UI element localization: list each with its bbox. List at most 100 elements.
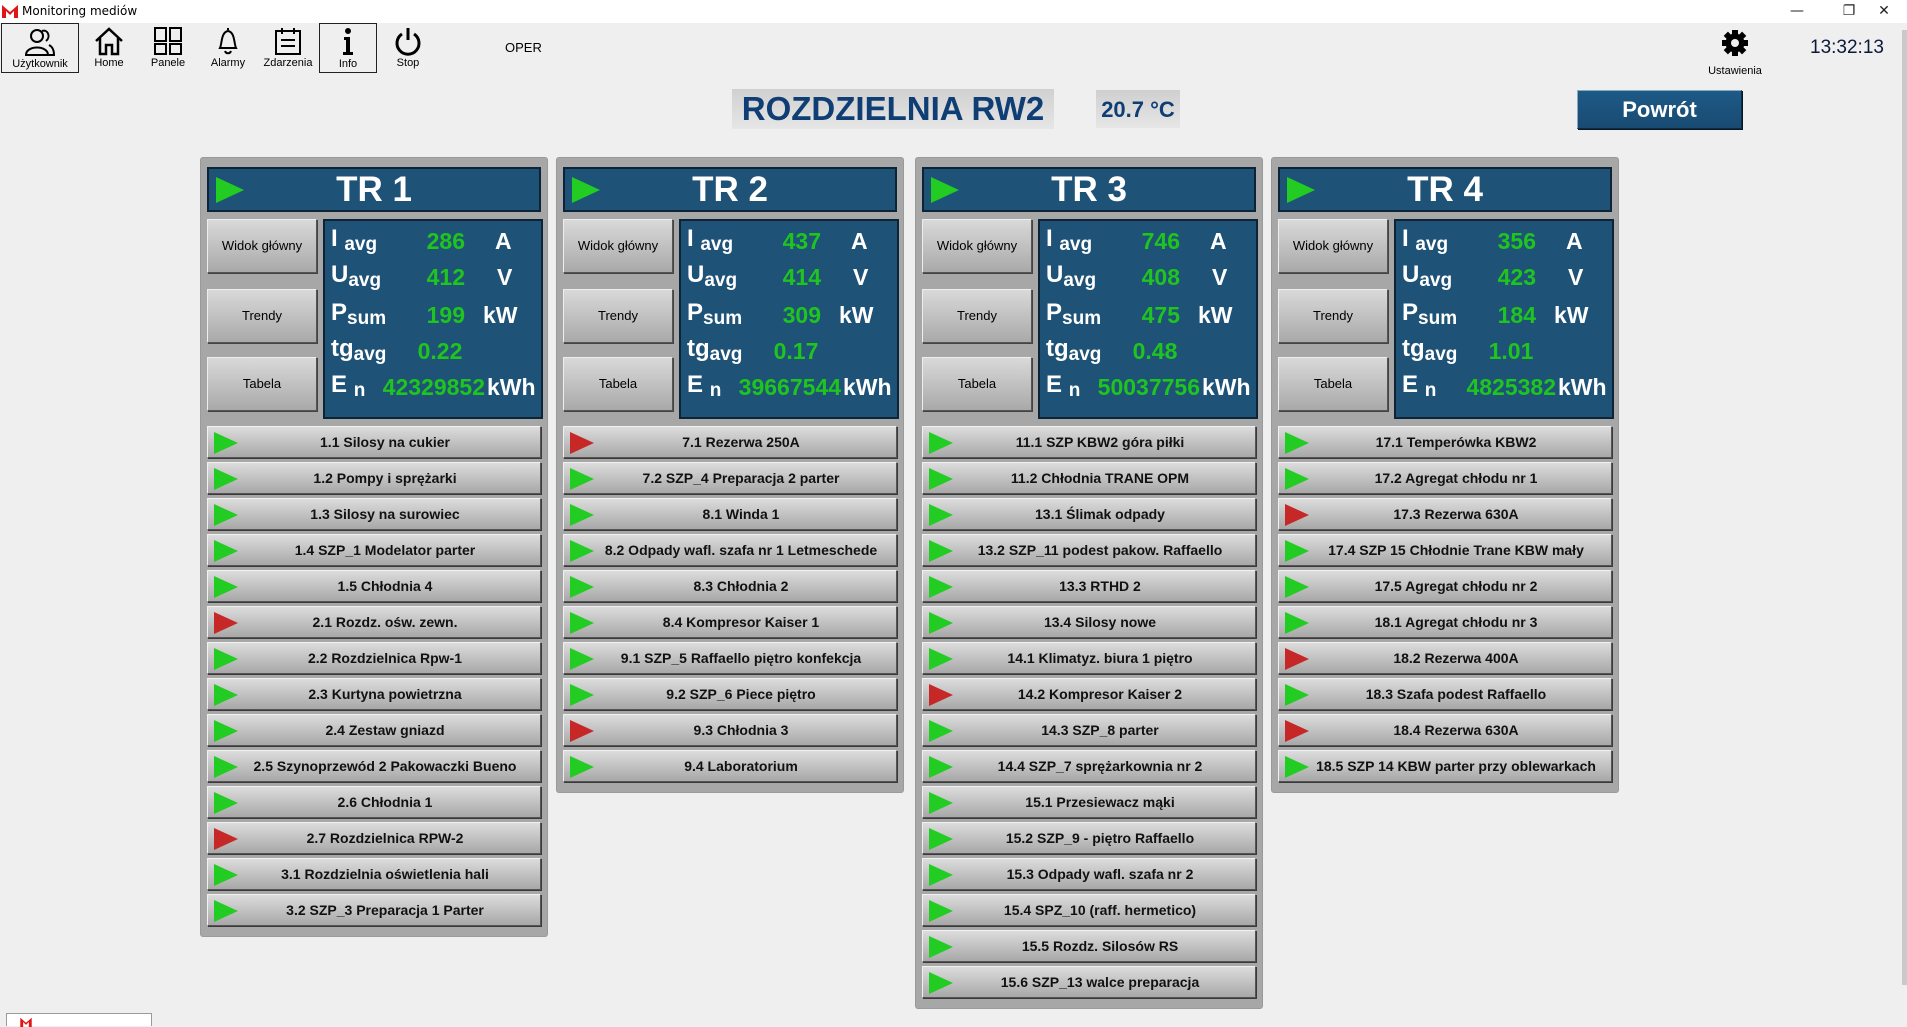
current-symbol: I avg (687, 225, 734, 255)
home-button[interactable]: Home (80, 23, 138, 73)
transformer-name: TR 1 (336, 170, 412, 209)
trends-button[interactable]: Trendy (1278, 289, 1388, 343)
circuit-button[interactable]: 9.3 Chłodnia 3 (563, 714, 897, 746)
stop-label: Stop (396, 57, 420, 69)
circuit-button[interactable]: 2.5 Szynoprzewód 2 Pakowaczki Bueno (207, 750, 541, 782)
circuit-button[interactable]: 15.1 Przesiewacz mąki (922, 786, 1256, 818)
circuit-label: 14.4 SZP_7 sprężarkownia nr 2 (997, 758, 1203, 774)
circuit-button[interactable]: 18.1 Agregat chłodu nr 3 (1278, 606, 1612, 638)
settings-button[interactable]: Ustawienia (1700, 28, 1770, 77)
power-unit: kW (483, 302, 518, 328)
circuit-button[interactable]: 13.1 Ślimak odpady (922, 498, 1256, 530)
circuit-button[interactable]: 13.4 Silosy nowe (922, 606, 1256, 638)
circuit-button[interactable]: 14.1 Klimatyz. biura 1 piętro (922, 642, 1256, 674)
circuit-button[interactable]: 18.2 Rezerwa 400A (1278, 642, 1612, 674)
circuit-button[interactable]: 8.4 Kompresor Kaiser 1 (563, 606, 897, 638)
back-button[interactable]: Powrót (1577, 90, 1742, 129)
panels-button[interactable]: Panele (139, 23, 197, 73)
circuit-button[interactable]: 9.2 SZP_6 Piece piętro (563, 678, 897, 710)
table-button[interactable]: Tabela (1278, 357, 1388, 411)
circuit-label: 17.3 Rezerwa 630A (1393, 506, 1519, 522)
circuit-label: 18.5 SZP 14 KBW parter przy oblewarkach (1316, 758, 1596, 774)
circuit-button[interactable]: 2.1 Rozdz. ośw. zewn. (207, 606, 541, 638)
circuit-button[interactable]: 14.2 Kompresor Kaiser 2 (922, 678, 1256, 710)
table-button[interactable]: Tabela (207, 357, 317, 411)
circuit-button[interactable]: 2.4 Zestaw gniazd (207, 714, 541, 746)
status-ok-triangle-icon (929, 576, 953, 598)
circuit-button[interactable]: 1.1 Silosy na cukier (207, 426, 541, 458)
status-ok-triangle-icon (214, 864, 238, 886)
tg-value: 0.48 (1132, 338, 1178, 364)
info-button[interactable]: Info (319, 23, 377, 73)
circuit-button[interactable]: 1.2 Pompy i sprężarki (207, 462, 541, 494)
circuit-button[interactable]: 2.7 Rozdzielnica RPW-2 (207, 822, 541, 854)
circuit-button[interactable]: 18.3 Szafa podest Raffaello (1278, 678, 1612, 710)
circuit-button[interactable]: 17.5 Agregat chłodu nr 2 (1278, 570, 1612, 602)
alarms-button[interactable]: Alarmy (199, 23, 257, 73)
main-view-button[interactable]: Widok główny (922, 219, 1032, 273)
tg-symbol: tgavg (687, 335, 743, 365)
circuit-button[interactable]: 18.4 Rezerwa 630A (1278, 714, 1612, 746)
energy-row: E n 39667544 kWh (681, 367, 897, 403)
circuit-button[interactable]: 3.2 SZP_3 Preparacja 1 Parter (207, 894, 541, 926)
circuit-button[interactable]: 13.3 RTHD 2 (922, 570, 1256, 602)
circuit-button[interactable]: 9.1 SZP_5 Raffaello piętro konfekcja (563, 642, 897, 674)
circuit-button[interactable]: 1.4 SZP_1 Modelator parter (207, 534, 541, 566)
circuit-button[interactable]: 15.5 Rozdz. Silosów RS (922, 930, 1256, 962)
circuit-button[interactable]: 2.3 Kurtyna powietrzna (207, 678, 541, 710)
transformer-header[interactable]: TR 2 (563, 167, 897, 212)
user-button[interactable]: Użytkownik (1, 23, 79, 73)
stop-button[interactable]: Stop (379, 23, 437, 73)
circuit-button[interactable]: 13.2 SZP_11 podest pakow. Raffaello (922, 534, 1256, 566)
minimize-button[interactable]: — (1774, 0, 1820, 23)
circuit-label: 2.6 Chłodnia 1 (337, 794, 433, 810)
transformer-header[interactable]: TR 3 (922, 167, 1256, 212)
circuit-button[interactable]: 18.5 SZP 14 KBW parter przy oblewarkach (1278, 750, 1612, 782)
trends-button[interactable]: Trendy (207, 289, 317, 343)
circuit-button[interactable]: 8.2 Odpady wafl. szafa nr 1 Letmeschede (563, 534, 897, 566)
circuit-label: 11.1 SZP KBW2 góra piłki (1015, 434, 1185, 450)
table-button[interactable]: Tabela (563, 357, 673, 411)
circuit-button[interactable]: 3.1 Rozdzielnia oświetlenia hali (207, 858, 541, 890)
circuit-button[interactable]: 8.3 Chłodnia 2 (563, 570, 897, 602)
circuit-label: 9.3 Chłodnia 3 (693, 722, 789, 738)
circuit-button[interactable]: 2.2 Rozdzielnica Rpw-1 (207, 642, 541, 674)
circuit-button[interactable]: 8.1 Winda 1 (563, 498, 897, 530)
circuit-button[interactable]: 1.3 Silosy na surowiec (207, 498, 541, 530)
circuit-button[interactable]: 9.4 Laboratorium (563, 750, 897, 782)
circuit-button[interactable]: 17.1 Temperówka KBW2 (1278, 426, 1612, 458)
main-view-button[interactable]: Widok główny (563, 219, 673, 273)
status-ok-triangle-icon (214, 576, 238, 598)
circuit-button[interactable]: 7.1 Rezerwa 250A (563, 426, 897, 458)
circuit-button[interactable]: 15.4 SPZ_10 (raff. hermetico) (922, 894, 1256, 926)
power-row: Psum 309 kW (681, 295, 897, 331)
circuit-button[interactable]: 15.3 Odpady wafl. szafa nr 2 (922, 858, 1256, 890)
circuit-button[interactable]: 14.3 SZP_8 parter (922, 714, 1256, 746)
circuit-button[interactable]: 17.2 Agregat chłodu nr 1 (1278, 462, 1612, 494)
circuit-button[interactable]: 14.4 SZP_7 sprężarkownia nr 2 (922, 750, 1256, 782)
circuit-button[interactable]: 17.3 Rezerwa 630A (1278, 498, 1612, 530)
transformer-header[interactable]: TR 1 (207, 167, 541, 212)
status-ok-triangle-icon (214, 432, 238, 454)
circuit-button[interactable]: 17.4 SZP 15 Chłodnie Trane KBW mały (1278, 534, 1612, 566)
power-symbol: Psum (687, 299, 743, 329)
circuit-button[interactable]: 2.6 Chłodnia 1 (207, 786, 541, 818)
circuit-button[interactable]: 7.2 SZP_4 Preparacja 2 parter (563, 462, 897, 494)
measurements-panel: I avg 746 A Uavg 408 V Psum 475 kW tgavg… (1038, 219, 1258, 419)
trends-button[interactable]: Trendy (563, 289, 673, 343)
trends-button[interactable]: Trendy (922, 289, 1032, 343)
transformer-panel-2: TR 2 Widok główny Trendy Tabela I avg 43… (556, 157, 904, 793)
circuit-button[interactable]: 1.5 Chłodnia 4 (207, 570, 541, 602)
current-unit: A (495, 228, 512, 254)
main-view-button[interactable]: Widok główny (1278, 219, 1388, 273)
events-button[interactable]: Zdarzenia (259, 23, 317, 73)
circuit-button[interactable]: 11.2 Chłodnia TRANE OPM (922, 462, 1256, 494)
close-button[interactable]: ✕ (1861, 0, 1907, 23)
circuit-button[interactable]: 15.6 SZP_13 walce preparacja (922, 966, 1256, 998)
vertical-scrollbar[interactable] (1902, 30, 1907, 985)
main-view-button[interactable]: Widok główny (207, 219, 317, 273)
transformer-header[interactable]: TR 4 (1278, 167, 1612, 212)
table-button[interactable]: Tabela (922, 357, 1032, 411)
circuit-button[interactable]: 11.1 SZP KBW2 góra piłki (922, 426, 1256, 458)
circuit-button[interactable]: 15.2 SZP_9 - piętro Raffaello (922, 822, 1256, 854)
